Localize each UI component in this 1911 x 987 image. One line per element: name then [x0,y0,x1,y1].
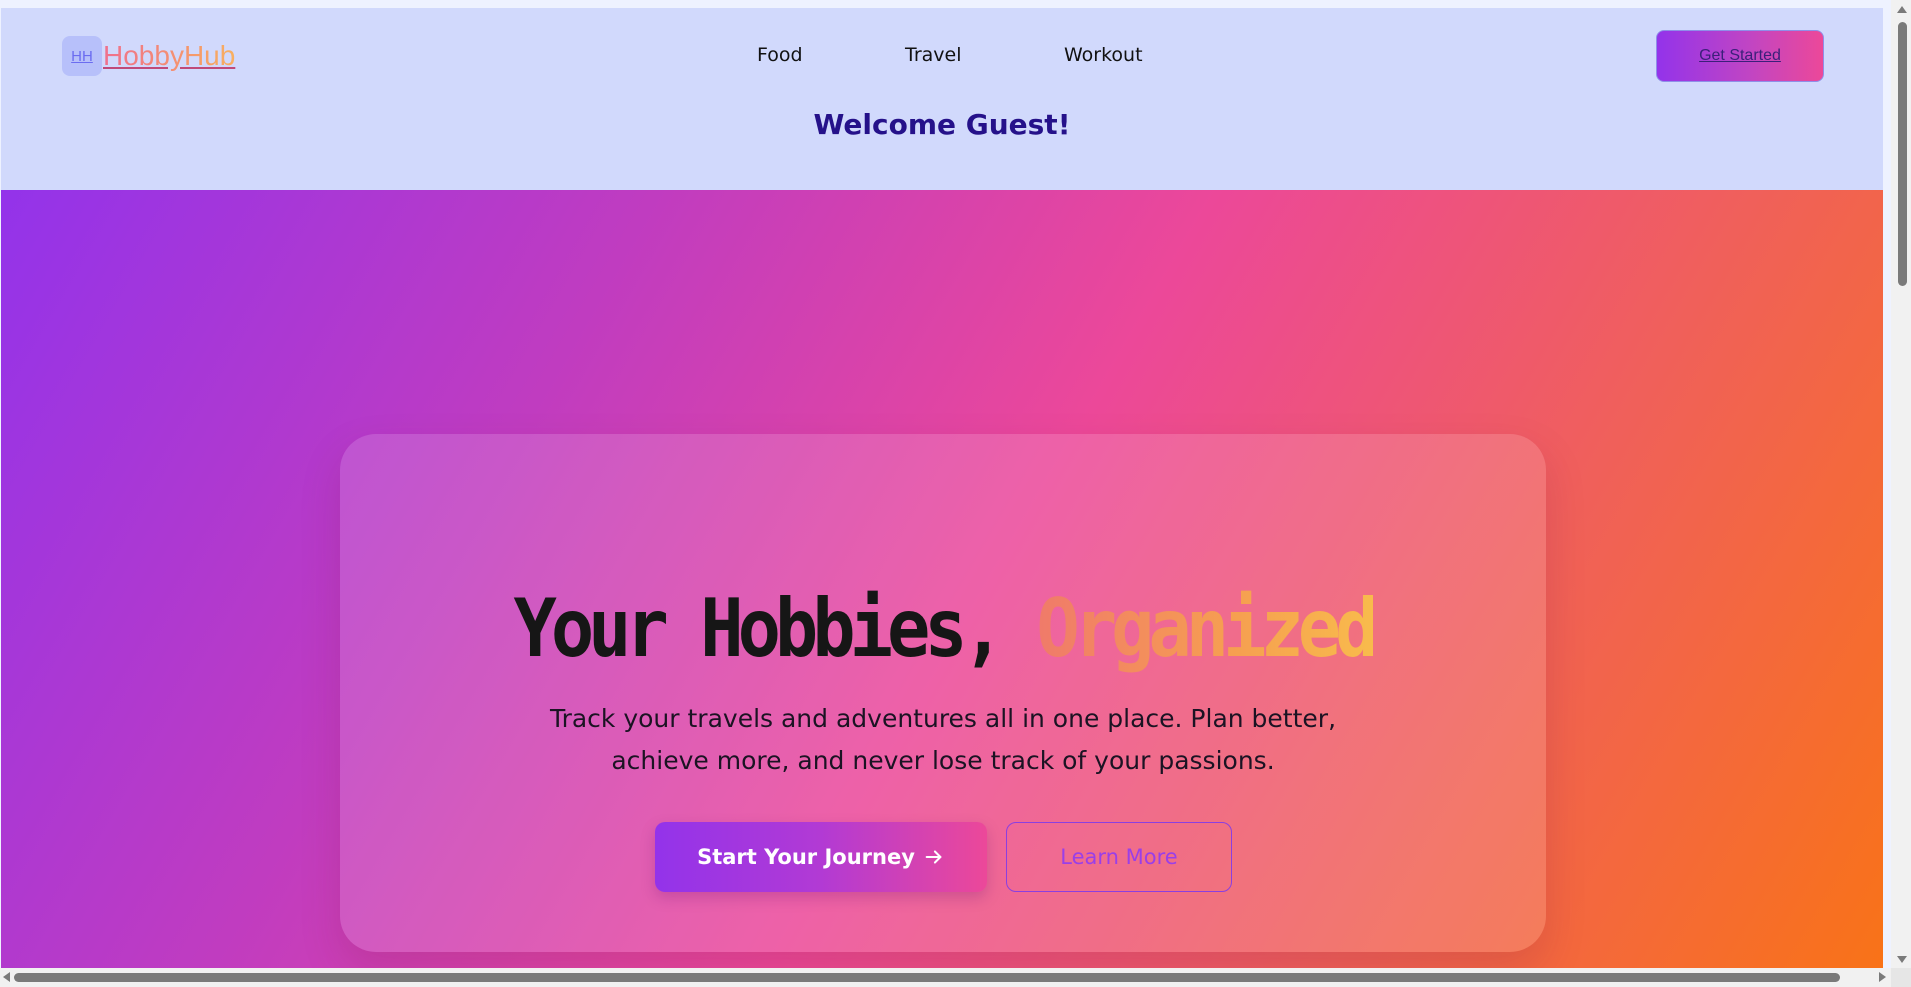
learn-more-button[interactable]: Learn More [1006,822,1232,892]
start-journey-button[interactable]: Start Your Journey [655,822,987,892]
nav-link-travel[interactable]: Travel [905,44,961,66]
hero-headline: Your Hobbies, Organized [340,581,1546,675]
scroll-right-arrow-icon[interactable] [1879,972,1886,982]
hero-card: Your Hobbies, Organized Track your trave… [340,434,1546,952]
horizontal-scroll-thumb[interactable] [14,973,1840,982]
scroll-down-arrow-icon[interactable] [1897,956,1907,963]
horizontal-scrollbar[interactable] [0,968,1911,987]
hero-section: Your Hobbies, Organized Track your trave… [1,190,1883,968]
arrow-right-icon [923,846,945,868]
site-header: HH HobbyHub Food Travel Workout Get Star… [1,8,1883,190]
nav-link-food[interactable]: Food [757,44,803,66]
vertical-scrollbar[interactable] [1891,0,1911,968]
main-nav: Food Travel Workout [1,44,1883,68]
scrollbar-corner [1891,968,1911,987]
get-started-button[interactable]: Get Started [1656,30,1824,82]
scroll-up-arrow-icon[interactable] [1897,6,1907,13]
vertical-scroll-thumb[interactable] [1898,22,1907,286]
hero-headline-accent: Organized [1036,580,1378,676]
page-viewport: HH HobbyHub Food Travel Workout Get Star… [1,8,1883,968]
hero-subtitle: Track your travels and adventures all in… [549,704,1337,775]
scroll-left-arrow-icon[interactable] [3,972,10,982]
welcome-message: Welcome Guest! [813,108,1071,141]
start-journey-label: Start Your Journey [697,845,915,869]
nav-link-workout[interactable]: Workout [1064,44,1143,66]
hero-headline-main: Your Hobbies, [513,580,1037,676]
